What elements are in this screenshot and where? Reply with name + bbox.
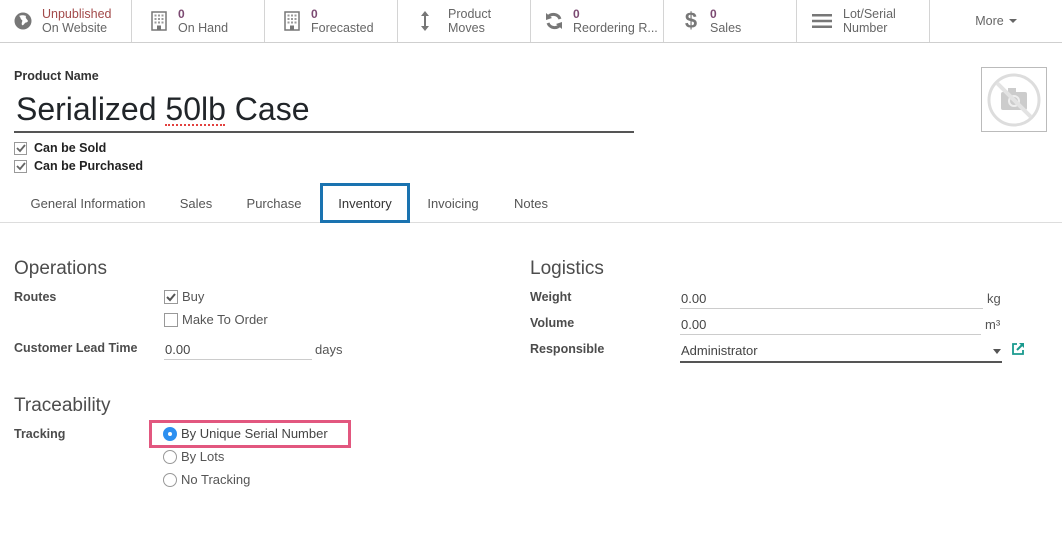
building-icon	[281, 10, 303, 32]
smart-button-bar: Unpublished On Website 0 On Hand 0 Forec…	[0, 0, 1062, 43]
checkmark-icon	[15, 162, 26, 171]
building-icon	[148, 10, 170, 32]
responsible-select[interactable]: Administrator	[680, 341, 1002, 363]
tracking-serial-radio[interactable]	[163, 426, 177, 441]
lead-time-unit: days	[315, 342, 343, 357]
tracking-serial-label: By Unique Serial Number	[181, 426, 328, 441]
refresh-icon	[543, 10, 565, 32]
sales-count: 0	[710, 7, 717, 21]
forecasted-button[interactable]: 0 Forecasted	[265, 0, 398, 42]
tab-purchase[interactable]: Purchase	[234, 183, 314, 223]
tab-general-information[interactable]: General Information	[14, 183, 162, 223]
volume-input[interactable]: 0.00	[680, 315, 981, 335]
website-status: Unpublished	[42, 7, 112, 21]
routes-label: Routes	[14, 290, 57, 304]
reordering-rules-button[interactable]: 0 Reordering R...	[531, 0, 664, 42]
logistics-heading: Logistics	[530, 258, 604, 279]
arrows-vertical-icon	[414, 10, 436, 32]
customer-lead-time-label: Customer Lead Time	[14, 341, 138, 355]
operations-heading: Operations	[14, 258, 107, 279]
weight-unit: kg	[987, 291, 1001, 306]
tab-inventory[interactable]: Inventory	[320, 183, 410, 223]
dropdown-caret-icon[interactable]	[993, 349, 1001, 354]
tracking-lots-label: By Lots	[181, 449, 225, 464]
lot-serial-button[interactable]: Lot/Serial Number	[797, 0, 930, 42]
can-be-purchased-row: Can be Purchased	[14, 159, 143, 173]
checkmark-icon	[166, 292, 176, 301]
reordering-count: 0	[573, 7, 580, 21]
volume-unit: m³	[985, 317, 1001, 332]
route-buy[interactable]: Buy	[164, 289, 204, 304]
weight-input[interactable]: 0.00	[680, 289, 983, 309]
tab-invoicing[interactable]: Invoicing	[416, 183, 490, 223]
external-link-icon[interactable]	[1011, 342, 1025, 356]
customer-lead-time-input[interactable]: 0.00	[164, 340, 312, 360]
website-label: On Website	[42, 21, 108, 35]
weight-label: Weight	[530, 290, 572, 304]
can-be-sold-label: Can be Sold	[34, 141, 107, 155]
route-buy-label: Buy	[182, 289, 205, 304]
list-icon	[811, 10, 833, 32]
product-name-input[interactable]	[14, 88, 634, 133]
product-moves-label: Product Moves	[448, 7, 492, 35]
route-mto-label: Make To Order	[182, 312, 268, 327]
lot-serial-label-1: Lot/Serial	[843, 7, 896, 21]
forecasted-label: Forecasted	[311, 21, 374, 35]
product-name-label: Product Name	[14, 69, 99, 83]
lot-serial-label-2: Number	[843, 21, 888, 35]
dollar-icon: $	[684, 8, 698, 33]
tracking-none-label: No Tracking	[181, 472, 251, 487]
product-moves-button[interactable]: Product Moves	[398, 0, 531, 42]
responsible-label: Responsible	[530, 342, 605, 356]
traceability-heading: Traceability	[14, 395, 111, 416]
checkmark-icon	[15, 144, 26, 153]
reordering-label: Reordering R...	[573, 21, 658, 35]
more-label: More	[975, 14, 1004, 28]
tab-notes[interactable]: Notes	[502, 183, 560, 223]
tracking-option-serial[interactable]: By Unique Serial Number	[163, 426, 328, 441]
tracking-lots-radio[interactable]	[163, 449, 177, 464]
route-buy-checkbox[interactable]	[164, 289, 178, 304]
route-mto-checkbox[interactable]	[164, 312, 178, 327]
can-be-sold-row: Can be Sold	[14, 141, 106, 155]
on-hand-count: 0	[178, 7, 185, 21]
on-hand-button[interactable]: 0 On Hand	[132, 0, 265, 42]
caret-down-icon	[1008, 19, 1017, 23]
product-image[interactable]	[981, 67, 1047, 132]
notebook-tabs: General Information Sales Purchase Inven…	[0, 183, 1062, 223]
tracking-label: Tracking	[14, 427, 66, 441]
website-button[interactable]: Unpublished On Website	[0, 0, 132, 42]
can-be-sold-checkbox[interactable]	[14, 141, 27, 155]
on-hand-label: On Hand	[178, 21, 229, 35]
globe-icon	[12, 10, 34, 32]
tracking-none-radio[interactable]	[163, 472, 177, 487]
tracking-option-none[interactable]: No Tracking	[163, 472, 250, 487]
forecasted-count: 0	[311, 7, 318, 21]
route-make-to-order[interactable]: Make To Order	[164, 312, 268, 327]
sales-label: Sales	[710, 21, 742, 35]
tab-sales[interactable]: Sales	[166, 183, 226, 223]
sales-button[interactable]: $ 0 Sales	[664, 0, 797, 42]
can-be-purchased-checkbox[interactable]	[14, 159, 27, 173]
no-image-camera-icon	[987, 73, 1041, 126]
spellcheck-underline	[165, 124, 225, 126]
volume-label: Volume	[530, 316, 575, 330]
tracking-option-lots[interactable]: By Lots	[163, 449, 224, 464]
more-button[interactable]: More	[930, 0, 1062, 42]
can-be-purchased-label: Can be Purchased	[34, 159, 144, 173]
